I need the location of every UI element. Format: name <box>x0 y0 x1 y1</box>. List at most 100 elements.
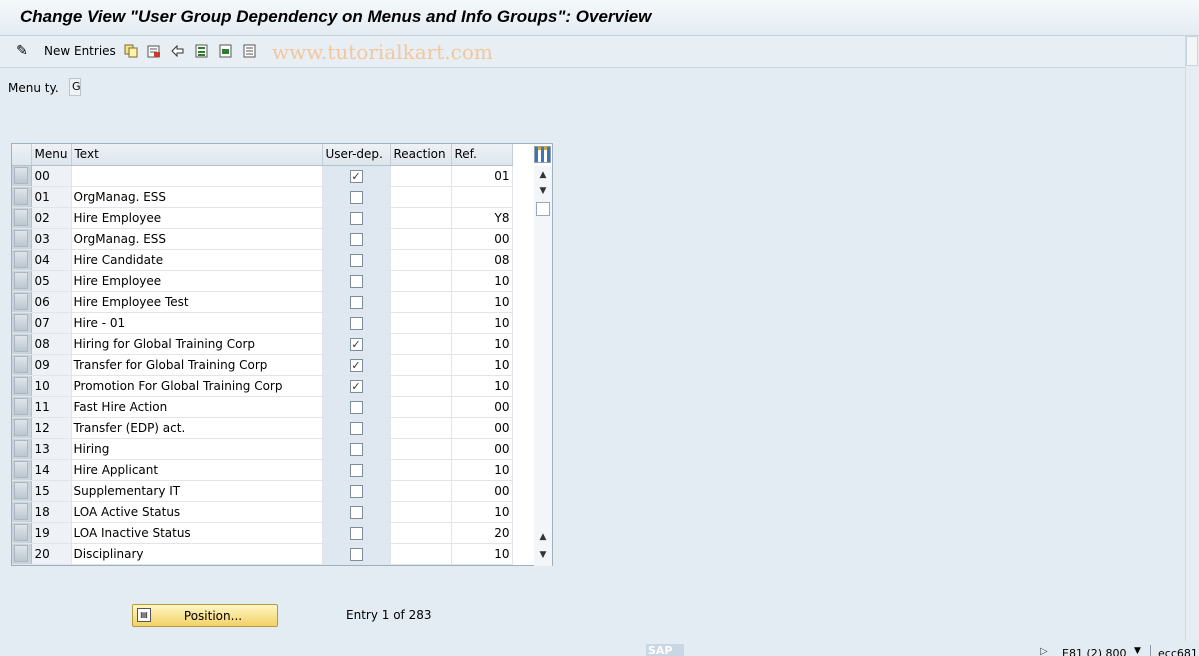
user-dep-checkbox[interactable] <box>349 211 363 225</box>
row-selector[interactable] <box>12 417 32 439</box>
cell-reaction[interactable] <box>390 522 452 544</box>
deselect-all-icon[interactable] <box>242 43 258 59</box>
cell-text[interactable]: Hire Candidate <box>71 249 323 271</box>
cell-ref[interactable]: 10 <box>451 543 513 565</box>
row-selector[interactable] <box>12 270 32 292</box>
cell-text[interactable]: Hire - 01 <box>71 312 323 334</box>
table-scrollbar[interactable]: ▲ ▼ ▲ ▼ <box>534 166 552 566</box>
cell-text[interactable]: Disciplinary <box>71 543 323 565</box>
cell-reaction[interactable] <box>390 312 452 334</box>
user-dep-checkbox[interactable] <box>349 274 363 288</box>
user-dep-checkbox[interactable]: ✓ <box>349 379 363 393</box>
select-all-header[interactable] <box>12 144 32 166</box>
table-row[interactable]: 00 ✓ 01 <box>12 165 513 187</box>
copy-icon[interactable] <box>123 43 139 59</box>
user-dep-checkbox[interactable] <box>349 316 363 330</box>
table-scroll-thumb[interactable] <box>536 202 550 216</box>
cell-ref[interactable]: 00 <box>451 480 513 502</box>
cell-reaction[interactable] <box>390 459 452 481</box>
table-row[interactable]: 12 Transfer (EDP) act. 00 <box>12 417 513 439</box>
col-header-menu[interactable]: Menu <box>31 144 72 166</box>
cell-text[interactable]: LOA Active Status <box>71 501 323 523</box>
new-entries-button[interactable]: New Entries <box>44 44 116 58</box>
delete-icon[interactable] <box>146 43 162 59</box>
table-row[interactable]: 20 Disciplinary 10 <box>12 543 513 565</box>
table-row[interactable]: 09 Transfer for Global Training Corp ✓ 10 <box>12 354 513 376</box>
col-header-ref[interactable]: Ref. <box>451 144 513 166</box>
table-row[interactable]: 19 LOA Inactive Status 20 <box>12 522 513 544</box>
table-row[interactable]: 08 Hiring for Global Training Corp ✓ 10 <box>12 333 513 355</box>
select-all-icon[interactable] <box>194 43 210 59</box>
row-selector[interactable] <box>12 438 32 460</box>
user-dep-checkbox[interactable] <box>349 400 363 414</box>
cell-reaction[interactable] <box>390 501 452 523</box>
position-button[interactable]: ▤ Position... <box>132 604 278 627</box>
table-row[interactable]: 02 Hire Employee Y8 <box>12 207 513 229</box>
cell-reaction[interactable] <box>390 543 452 565</box>
cell-reaction[interactable] <box>390 228 452 250</box>
user-dep-checkbox[interactable] <box>349 253 363 267</box>
table-row[interactable]: 03 OrgManag. ESS 00 <box>12 228 513 250</box>
cell-ref[interactable]: 08 <box>451 249 513 271</box>
cell-ref[interactable] <box>451 186 513 208</box>
user-dep-checkbox[interactable] <box>349 421 363 435</box>
cell-text[interactable]: Supplementary IT <box>71 480 323 502</box>
cell-text[interactable]: Hire Applicant <box>71 459 323 481</box>
cell-reaction[interactable] <box>390 249 452 271</box>
cell-ref[interactable]: 10 <box>451 459 513 481</box>
cell-reaction[interactable] <box>390 165 452 187</box>
cell-text[interactable]: Hire Employee <box>71 207 323 229</box>
cell-reaction[interactable] <box>390 396 452 418</box>
table-row[interactable]: 18 LOA Active Status 10 <box>12 501 513 523</box>
cell-ref[interactable]: 10 <box>451 270 513 292</box>
cell-ref[interactable]: 20 <box>451 522 513 544</box>
table-row[interactable]: 06 Hire Employee Test 10 <box>12 291 513 313</box>
menu-type-field[interactable]: G <box>69 78 81 96</box>
pencil-glasses-icon[interactable]: ✎ <box>14 43 30 59</box>
cell-ref[interactable]: Y8 <box>451 207 513 229</box>
scroll-up-icon[interactable]: ▲ <box>536 168 550 182</box>
cell-ref[interactable]: 00 <box>451 228 513 250</box>
row-selector[interactable] <box>12 522 32 544</box>
cell-ref[interactable]: 00 <box>451 438 513 460</box>
table-row[interactable]: 11 Fast Hire Action 00 <box>12 396 513 418</box>
table-row[interactable]: 01 OrgManag. ESS <box>12 186 513 208</box>
cell-ref[interactable]: 01 <box>451 165 513 187</box>
row-selector[interactable] <box>12 375 32 397</box>
table-row[interactable]: 07 Hire - 01 10 <box>12 312 513 334</box>
cell-reaction[interactable] <box>390 438 452 460</box>
row-selector[interactable] <box>12 501 32 523</box>
cell-ref[interactable]: 10 <box>451 501 513 523</box>
user-dep-checkbox[interactable] <box>349 463 363 477</box>
cell-text[interactable]: Fast Hire Action <box>71 396 323 418</box>
cell-text[interactable]: LOA Inactive Status <box>71 522 323 544</box>
window-scrollbar-thumb[interactable] <box>1186 36 1198 66</box>
row-selector[interactable] <box>12 207 32 229</box>
row-selector[interactable] <box>12 396 32 418</box>
cell-ref[interactable]: 10 <box>451 291 513 313</box>
scroll-down-icon[interactable]: ▼ <box>536 184 550 198</box>
cell-text[interactable]: Hiring for Global Training Corp <box>71 333 323 355</box>
cell-text[interactable]: Hiring <box>71 438 323 460</box>
col-header-text[interactable]: Text <box>71 144 323 166</box>
row-selector[interactable] <box>12 228 32 250</box>
user-dep-checkbox[interactable]: ✓ <box>349 358 363 372</box>
user-dep-checkbox[interactable]: ✓ <box>349 337 363 351</box>
user-dep-checkbox[interactable]: ✓ <box>349 169 363 183</box>
table-row[interactable]: 13 Hiring 00 <box>12 438 513 460</box>
user-dep-checkbox[interactable] <box>349 505 363 519</box>
cell-ref[interactable]: 10 <box>451 312 513 334</box>
cell-text[interactable]: Transfer for Global Training Corp <box>71 354 323 376</box>
cell-text[interactable] <box>71 165 323 187</box>
table-row[interactable]: 04 Hire Candidate 08 <box>12 249 513 271</box>
user-dep-checkbox[interactable] <box>349 190 363 204</box>
col-header-user-dep[interactable]: User-dep. <box>322 144 391 166</box>
cell-ref[interactable]: 10 <box>451 375 513 397</box>
status-expand-icon[interactable]: ▷ <box>1040 646 1048 656</box>
cell-reaction[interactable] <box>390 207 452 229</box>
row-selector[interactable] <box>12 186 32 208</box>
cell-reaction[interactable] <box>390 270 452 292</box>
row-selector[interactable] <box>12 312 32 334</box>
table-row[interactable]: 10 Promotion For Global Training Corp ✓ 10 <box>12 375 513 397</box>
row-selector[interactable] <box>12 354 32 376</box>
